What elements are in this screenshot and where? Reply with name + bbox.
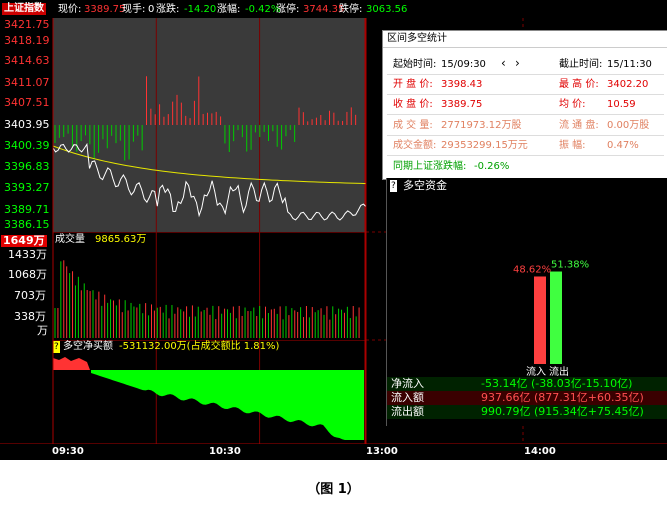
net-flow-value: -531132.00万(占成交额比 1.81%) [119,341,280,352]
price-chart-svg [53,18,366,232]
inflow-label: 流入额 [391,391,424,404]
price-tick: 3403.95 [4,118,50,131]
time-tick: 14:00 [524,446,556,457]
price-tick: 3411.07 [4,76,50,89]
inflow-row: 流入额 937.66亿 (877.31亿+60.35亿) [387,391,667,405]
price-tick: 3407.51 [4,96,50,109]
pct-label: 涨幅: [217,4,241,15]
amount-value: 29353299.15万元 [441,140,528,151]
avg-value: 10.59 [607,99,636,110]
positive-flow-area [53,357,90,370]
divider [387,74,664,75]
inflow-pct-label: 48.62% [513,264,551,275]
avg-label: 均 价: [559,99,586,110]
open-label: 开 盘 价: [393,79,433,90]
stats-panel-titlebar[interactable]: 区间多空统计 [383,31,667,48]
price-value: 3389.75 [84,4,126,15]
high-label: 最 高 价: [559,79,599,90]
inflow-value: 937.66亿 (877.31亿+60.35亿) [481,391,644,404]
divider [387,94,664,95]
inflow-bar [534,276,546,364]
volume-axis: 1649万 1433万 1068万 703万 338万 万 [0,232,53,340]
price-tick: 3396.83 [4,160,50,173]
volume-total-value: 2771973.12万股 [441,120,522,131]
divider [387,135,664,136]
start-time-value[interactable]: 15/09:30 [441,59,486,71]
price-tick: 3418.19 [4,34,50,47]
volume-value: 9865.63万 [95,234,147,245]
period-change-label: 同期上证涨跌幅: [393,161,467,172]
end-time-value[interactable]: 15/11:30 [607,59,652,71]
figure-caption: （图 1） [307,482,360,497]
stats-panel-title: 区间多空统计 [387,33,447,44]
limit-down-value: 3063.56 [366,4,408,15]
hand-label: 现手: [122,4,146,15]
end-time-label: 截止时间: [559,59,603,70]
close-label: 收 盘 价: [393,99,433,110]
open-value: 3398.43 [441,79,483,90]
volume-total-label: 成 交 量: [393,120,433,131]
volume-tick: 338万 [14,310,46,323]
help-icon[interactable]: ? [53,341,60,353]
volume-chart[interactable]: 成交量 9865.63万 [53,232,366,340]
volume-tick: 1068万 [8,268,47,281]
amplitude-value: 0.47% [607,140,639,151]
volume-chart-svg [53,232,366,340]
float-label: 流 通 盘: [559,120,599,131]
net-flow-chart[interactable]: ? 多空净买额 -531132.00万(占成交额比 1.81%) [53,340,366,444]
price-tick: 3386.15 [4,218,50,231]
volume-label: 成交量 [55,234,85,245]
time-axis: 09:30 10:30 13:00 14:00 [0,444,667,460]
limit-up-label: 涨停: [276,4,300,15]
period-change-value: -0.26% [474,161,510,172]
price-axis: 3421.75 3418.19 3414.63 3411.07 3407.51 … [0,18,53,232]
volume-tick: 1433万 [8,248,47,261]
volume-current-box: 1649万 [1,234,47,247]
net-flow-label: 多空净买额 [63,341,113,352]
limit-down-label: 跌停: [339,4,363,15]
stock-chart-window: 上证指数 现价: 3389.75 现手: 0 涨跌: -14.20 涨幅: -0… [0,0,667,460]
price-chart[interactable] [53,18,366,232]
price-tick: 3414.63 [4,54,50,67]
time-tick: 09:30 [52,446,84,457]
outflow-value: 990.79亿 (915.34亿+75.45亿) [481,405,644,418]
price-tick: 3393.27 [4,181,50,194]
close-value: 3389.75 [441,99,483,110]
price-label: 现价: [58,4,82,15]
quote-header: 上证指数 现价: 3389.75 现手: 0 涨跌: -14.20 涨幅: -0… [0,0,667,18]
index-name[interactable]: 上证指数 [2,3,46,15]
divider [387,114,664,115]
net-inflow-value: -53.14亿 (-38.03亿-15.10亿) [481,377,633,390]
net-inflow-row: 净流入 -53.14亿 (-38.03亿-15.10亿) [387,377,667,391]
amount-label: 成交金额: [393,140,437,151]
divider [387,155,664,156]
price-tick: 3400.39 [4,139,50,152]
hand-value: 0 [148,4,155,15]
money-flow-panel[interactable]: ? 多空资金 48.62% 51.38% 流入 流出 净流入 -53.14亿 (-38… [386,178,667,426]
outflow-pct-label: 51.38% [551,260,589,271]
inflow-outflow-bars: 48.62% 51.38%流入 流出 [513,260,589,378]
net-inflow-label: 净流入 [391,377,424,390]
outflow-bar [550,271,562,364]
outflow-row: 流出额 990.79亿 (915.34亿+75.45亿) [387,405,667,419]
price-tick: 3389.71 [4,203,50,216]
change-label: 涨跌: [156,4,180,15]
change-value: -14.20 [184,4,217,15]
net-flow-svg [53,340,366,444]
time-tick: 13:00 [366,446,398,457]
start-time-label: 起始时间: [393,59,437,70]
high-value: 3402.20 [607,79,649,90]
volume-tick: 703万 [14,289,46,302]
time-tick: 10:30 [209,446,241,457]
float-value: 0.00万股 [607,120,650,131]
amplitude-label: 振 幅: [559,140,586,151]
negative-flow-area [91,370,364,440]
volume-tick: 万 [37,324,48,337]
price-tick: 3421.75 [4,18,50,31]
range-stats-panel[interactable]: 区间多空统计 起始时间: 15/09:30 ‹ › 截止时间: 15/11:30… [382,30,667,180]
prev-arrow-icon[interactable]: ‹ [501,57,506,69]
next-arrow-icon[interactable]: › [515,57,520,69]
outflow-label: 流出额 [391,405,424,418]
